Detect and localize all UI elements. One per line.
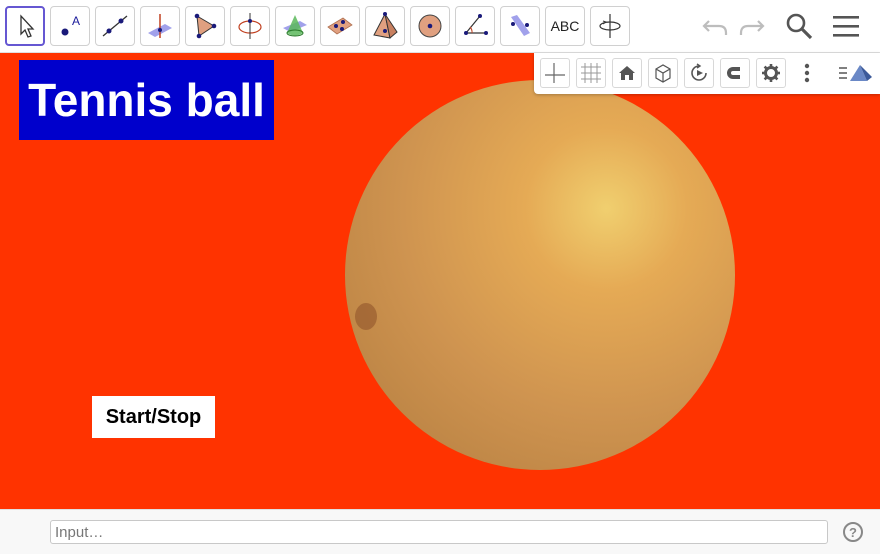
algebra-input-bar: ? [0,509,880,554]
help-icon[interactable]: ? [843,522,863,542]
clipping-box-button[interactable] [648,58,678,88]
rotate-view-icon [599,14,621,38]
magnet-icon [727,67,740,79]
settings-button[interactable] [756,58,786,88]
hamburger-menu-icon [833,16,859,37]
show-axes-button[interactable] [540,58,570,88]
algebra-input-field[interactable] [50,520,828,544]
rotate-view-tool-button[interactable] [590,6,630,46]
title-text: Tennis ball [19,60,274,140]
more-options-button[interactable] [792,58,822,88]
undo-button[interactable] [700,6,730,46]
show-grid-button[interactable] [576,58,606,88]
search-icon [786,13,813,40]
toolbar: A ABC [0,0,880,53]
angle-tool-button[interactable] [455,6,495,46]
home-icon [619,66,635,80]
point-icon: A [61,14,80,36]
graphics-view-3d[interactable]: Tennis ball Start/Stop [0,53,880,509]
perpendicular-plane-icon [148,14,172,38]
rotate-play-icon [691,63,707,81]
auto-rotate-button[interactable] [684,58,714,88]
more-vertical-icon [804,63,810,83]
tennis-ball-sphere[interactable] [345,80,735,470]
grid-icon [581,63,601,83]
axes-icon [545,63,565,83]
point-tool-button[interactable]: A [50,6,90,46]
move-tool-button[interactable] [5,6,45,46]
svg-text:A: A [72,14,80,28]
cube-icon [655,64,671,83]
polygon-icon [194,13,217,39]
view-3d-pyramid-icon [839,65,872,81]
line-icon [102,15,128,37]
redo-icon [739,20,765,35]
circle-axis-icon [238,13,262,39]
polygon-tool-button[interactable] [185,6,225,46]
circle-axis-tool-button[interactable] [230,6,270,46]
sphere-tool-button[interactable] [410,6,450,46]
gear-icon [762,64,780,82]
reflect-plane-icon [511,15,530,36]
text-tool-label: ABC [550,18,580,34]
view-3d-menu-button[interactable] [836,58,874,88]
cursor-arrow-icon [20,14,35,38]
perpendicular-tool-button[interactable] [140,6,180,46]
start-stop-button[interactable]: Start/Stop [92,396,215,438]
angle-icon [464,14,488,35]
plane-three-points-tool-button[interactable] [320,6,360,46]
reflect-tool-button[interactable] [500,6,540,46]
intersect-surfaces-tool-button[interactable] [275,6,315,46]
line-tool-button[interactable] [95,6,135,46]
pyramid-tool-button[interactable] [365,6,405,46]
point-capturing-button[interactable] [720,58,750,88]
main-menu-button[interactable] [830,6,862,46]
graphics-style-bar [534,53,880,94]
sphere-shadow-spot [355,303,377,330]
pyramid-icon [373,12,398,39]
standard-view-button[interactable] [612,58,642,88]
search-button[interactable] [783,6,815,46]
text-tool-button[interactable]: ABC [545,6,585,46]
cone-intersect-icon [283,15,307,37]
sphere-icon [418,14,442,38]
redo-button[interactable] [737,6,767,46]
plane-points-icon [327,17,353,35]
undo-icon [702,20,728,35]
